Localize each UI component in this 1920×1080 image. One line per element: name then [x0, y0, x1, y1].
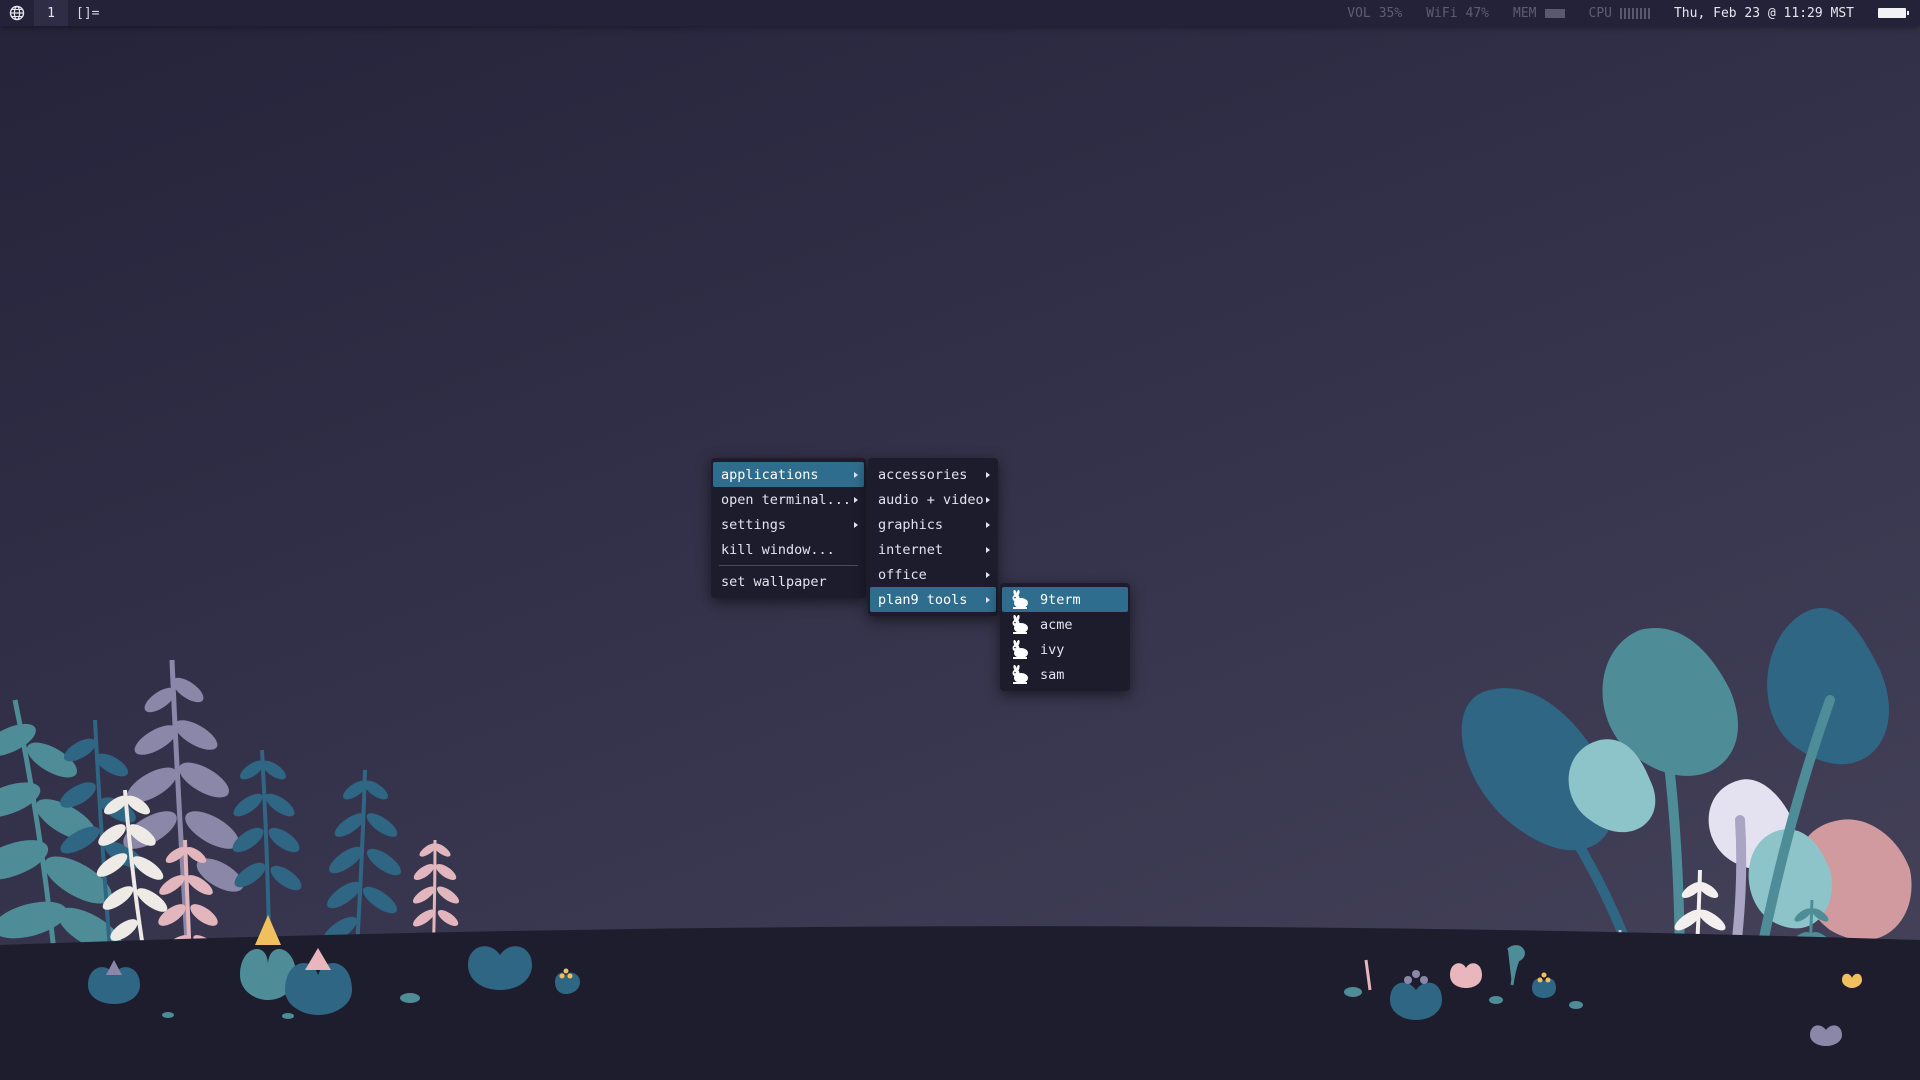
status-bar: 1 []= VOL 35% WiFi 47% MEM CPU Thu, Feb … [0, 0, 1920, 26]
menu-item-label: audio + video [878, 491, 984, 508]
submenu-arrow-icon [986, 471, 990, 478]
menu-item-internet[interactable]: internet [870, 537, 996, 562]
submenu-arrow-icon [986, 546, 990, 553]
menu-item-kill-window[interactable]: kill window... [713, 537, 864, 562]
menu-item-set-wallpaper[interactable]: set wallpaper [713, 569, 864, 594]
volume-indicator: VOL 35% [1347, 6, 1402, 21]
menu-item-sam[interactable]: sam [1002, 662, 1128, 687]
submenu-arrow-icon [854, 496, 858, 503]
menu-item-label: accessories [878, 466, 968, 483]
cpu-bars [1619, 7, 1650, 19]
clock: Thu, Feb 23 @ 11:29 MST [1673, 5, 1854, 21]
wifi-label: WiFi [1426, 5, 1458, 21]
menu-item-ivy[interactable]: ivy [1002, 637, 1128, 662]
submenu-arrow-icon [986, 496, 990, 503]
wifi-value: 47% [1465, 5, 1490, 21]
battery-icon [1878, 8, 1909, 18]
menu-item-office[interactable]: office [870, 562, 996, 587]
menu-item-audio-video[interactable]: audio + video [870, 487, 996, 512]
menu-item-label: sam [1040, 666, 1065, 683]
menu-item-label: acme [1040, 616, 1073, 633]
memory-indicator: MEM [1513, 5, 1565, 21]
menu-item-label: plan9 tools [878, 591, 968, 608]
menu-item-label: open terminal... [721, 491, 852, 508]
workspace-tag-1[interactable]: 1 [34, 0, 68, 26]
glenda-rabbit-icon [1012, 614, 1028, 634]
submenu-arrow-icon [854, 471, 858, 478]
layout-indicator[interactable]: []= [68, 6, 107, 21]
glenda-rabbit-icon [1012, 589, 1028, 609]
menu-item-label: internet [878, 541, 944, 558]
submenu-arrow-icon [986, 521, 990, 528]
root-menu: applications open terminal... settings k… [711, 458, 866, 598]
globe-icon[interactable] [0, 0, 34, 26]
volume-value: 35% [1378, 5, 1403, 21]
cpu-label: CPU [1588, 5, 1612, 21]
memory-bar [1544, 8, 1565, 18]
menu-item-label: graphics [878, 516, 944, 533]
volume-label: VOL [1347, 5, 1371, 21]
menu-item-label: settings [721, 516, 787, 533]
menu-item-applications[interactable]: applications [713, 462, 864, 487]
wifi-indicator: WiFi 47% [1426, 6, 1489, 21]
menu-item-open-terminal[interactable]: open terminal... [713, 487, 864, 512]
menu-item-label: applications [721, 466, 819, 483]
cpu-indicator: CPU [1589, 6, 1650, 21]
memory-label: MEM [1513, 5, 1537, 21]
menu-item-label: set wallpaper [721, 573, 827, 590]
menu-item-label: ivy [1040, 641, 1065, 658]
applications-submenu: accessories audio + video graphics inter… [868, 458, 998, 616]
glenda-rabbit-icon [1012, 639, 1028, 659]
menu-item-9term[interactable]: 9term [1002, 587, 1128, 612]
menu-item-label: kill window... [721, 541, 835, 558]
submenu-arrow-icon [986, 571, 990, 578]
submenu-arrow-icon [986, 596, 990, 603]
menu-item-acme[interactable]: acme [1002, 612, 1128, 637]
submenu-arrow-icon [854, 521, 858, 528]
menu-item-label: office [878, 566, 927, 583]
menu-item-accessories[interactable]: accessories [870, 462, 996, 487]
menu-item-label: 9term [1040, 591, 1081, 608]
plan9-tools-submenu: 9term acme ivy sam [1000, 583, 1130, 691]
glenda-rabbit-icon [1012, 664, 1028, 684]
menu-item-plan9-tools[interactable]: plan9 tools [870, 587, 996, 612]
menu-item-graphics[interactable]: graphics [870, 512, 996, 537]
menu-separator [719, 565, 858, 566]
menu-item-settings[interactable]: settings [713, 512, 864, 537]
